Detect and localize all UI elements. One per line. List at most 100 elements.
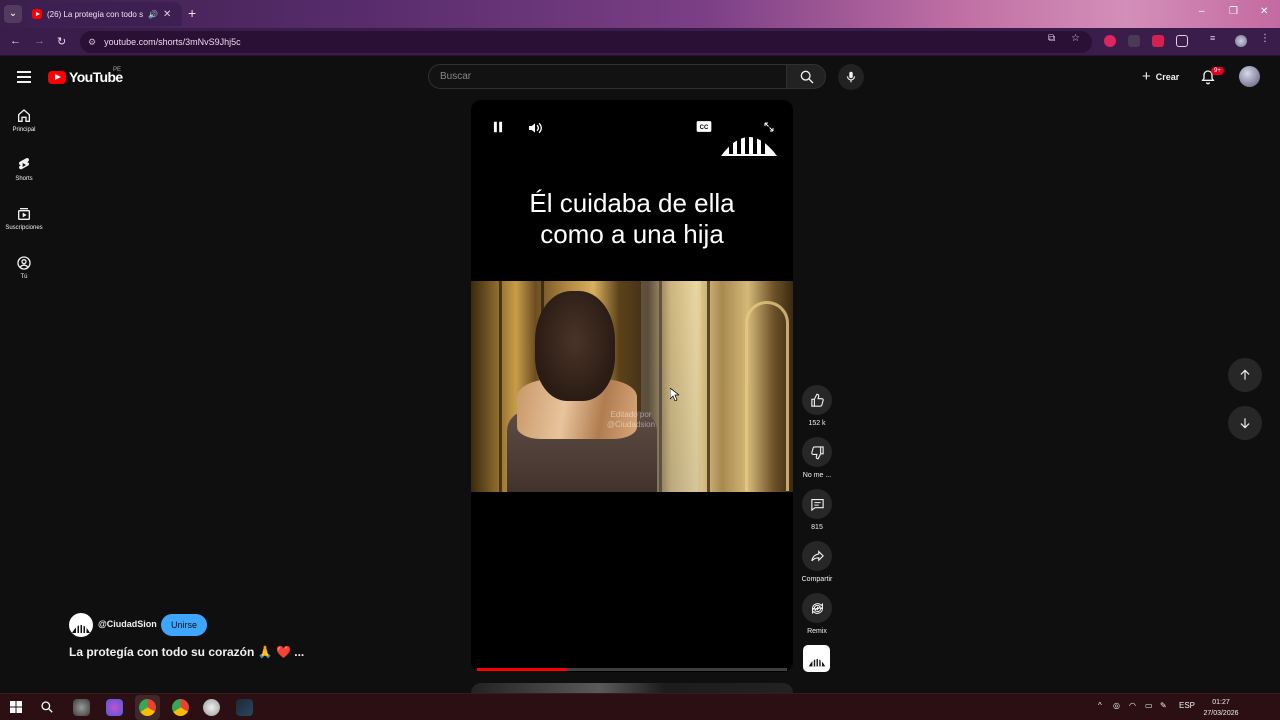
extensions-puzzle-icon[interactable] [1176,35,1188,47]
browser-tab-active[interactable]: (26) La protegía con todo su corazón 🔊 ✕ [26,2,182,26]
search-icon[interactable] [40,700,54,714]
tab-search-button[interactable]: ⌄ [4,5,22,23]
volume-icon[interactable] [527,120,543,136]
remix-icon [811,602,823,614]
language-indicator[interactable]: ESP [1179,701,1195,710]
windows-start-icon[interactable] [10,701,22,713]
channel-logo-icon [808,655,825,666]
previous-short-button[interactable] [1228,358,1262,392]
voice-search-button[interactable] [838,64,864,90]
pen-icon[interactable]: ✎ [1160,701,1167,710]
extension-icon[interactable] [1128,35,1140,47]
tab-close-icon[interactable]: ✕ [163,9,171,20]
like-count: 152 k [808,420,826,427]
browser-menu-icon[interactable]: ⋮ [1260,33,1272,45]
network-icon[interactable]: ▭ [1145,701,1153,710]
hair [535,291,615,401]
remix-button[interactable] [802,593,832,623]
sidebar-item-suscripciones[interactable]: Suscripciones [0,198,48,244]
bookmark-star-icon[interactable]: ☆ [1071,33,1080,44]
caption-line: como a una hija [540,219,724,249]
reload-icon[interactable]: ↻ [57,35,66,48]
progress-bar[interactable] [477,668,787,671]
remix-label: Remix [807,628,827,635]
chrome-icon[interactable] [139,699,156,716]
dislike-action[interactable]: No me ... [800,437,834,479]
tray-overflow-icon[interactable]: ^ [1098,701,1102,710]
window-minimize-button[interactable]: – [1199,6,1205,17]
comment-icon [810,498,824,511]
url-text: youtube.com/shorts/3mNvS9Jhj5c [104,37,241,47]
channel-handle[interactable]: @CiudadSion [98,619,157,629]
window-close-button[interactable]: ✕ [1260,6,1268,17]
comment-count: 815 [811,524,823,531]
browser-tab-strip: ⌄ (26) La protegía con todo su corazón 🔊… [0,0,1280,28]
forward-icon[interactable]: → [34,35,45,47]
shorts-player[interactable]: CC Él cuidaba de ella como a una hija Ed… [471,100,793,672]
address-bar[interactable]: ⚙ youtube.com/shorts/3mNvS9Jhj5c [80,31,1092,53]
app-icon[interactable] [203,699,220,716]
svg-text:CC: CC [700,125,709,131]
app-icon[interactable] [73,699,90,716]
region-code: PE [113,67,122,73]
closed-captions-icon[interactable]: CC [696,120,712,133]
share-button[interactable] [802,541,832,571]
share-action[interactable]: Compartir [800,541,834,583]
remix-action[interactable]: Remix [800,593,834,635]
microphone-icon [846,71,856,83]
like-button[interactable] [802,385,832,415]
headphones-icon[interactable]: ◠ [1129,701,1136,710]
pause-icon[interactable] [491,120,505,134]
chrome-icon[interactable] [172,699,189,716]
system-clock[interactable]: 01:27 27/03/2026 [1198,697,1244,719]
app-icon[interactable] [106,699,123,716]
next-short-button[interactable] [1228,406,1262,440]
account-avatar[interactable] [1239,66,1260,87]
browser-toolbar: ← → ↻ ⚙ youtube.com/shorts/3mNvS9Jhj5c ⧉… [0,28,1280,56]
media-controls-icon[interactable]: ≡ [1210,33,1222,45]
create-button[interactable]: + Crear [1134,64,1187,89]
channel-avatar[interactable] [69,613,93,637]
youtube-logo[interactable]: YouTube PE [48,67,123,85]
notification-badge: 9+ [1211,67,1224,75]
new-tab-button[interactable]: + [188,5,196,21]
extension-icon[interactable] [1152,35,1164,47]
install-app-icon[interactable]: ⧉ [1048,33,1055,44]
caption-line: Él cuidaba de ella [529,188,735,218]
arrow-up-icon [1240,369,1250,380]
sidebar-item-shorts[interactable]: Shorts [0,149,48,195]
woman-figure [507,291,657,492]
sound-source-avatar[interactable] [803,645,830,672]
menu-hamburger-icon[interactable] [17,71,31,83]
sidebar-item-principal[interactable]: Principal [0,100,48,146]
sidebar-item-tu[interactable]: Tú [0,247,48,293]
profile-avatar-icon[interactable] [1235,35,1247,47]
site-info-icon[interactable]: ⚙ [88,37,96,48]
dislike-button[interactable] [802,437,832,467]
tab-audio-icon[interactable]: 🔊 [148,10,158,19]
windows-taskbar: ^ ◎ ◠ ▭ ✎ ESP 01:27 27/03/2026 [0,693,1280,720]
next-short-preview[interactable] [471,683,793,693]
back-icon[interactable]: ← [10,35,21,47]
extension-icon[interactable] [1104,35,1116,47]
shorts-icon [19,158,29,170]
search-button[interactable] [786,64,826,89]
clock-time: 01:27 [1212,699,1230,706]
share-arrow-icon [810,549,824,562]
youtube-favicon-icon [32,9,42,19]
search-input[interactable]: Buscar [428,64,788,89]
comments-action[interactable]: 815 [800,489,834,531]
window-restore-button[interactable]: ❐ [1229,6,1238,17]
tray-icon[interactable]: ◎ [1113,701,1120,710]
youtube-play-logo-icon [48,70,66,84]
door-frame [499,281,502,492]
video-frame: Editado por @Ciudadsion [471,281,793,492]
steam-icon[interactable] [236,699,253,716]
comments-button[interactable] [802,489,832,519]
join-button[interactable]: Unirse [161,614,208,636]
like-action[interactable]: 152 k [800,385,834,427]
video-caption: Él cuidaba de ella como a una hija [471,188,793,250]
fullscreen-icon[interactable] [763,121,775,133]
video-title[interactable]: La protegía con todo su corazón 🙏 ❤️ ... [69,645,304,659]
tab-title: (26) La protegía con todo su corazón [47,9,143,19]
